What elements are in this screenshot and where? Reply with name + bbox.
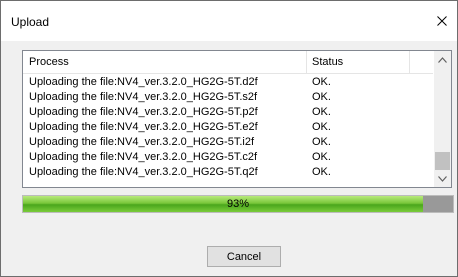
list-row[interactable]: Uploading the file:NV4_ver.3.2.0_HG2G-5T…: [23, 120, 433, 135]
list-row[interactable]: Uploading the file:NV4_ver.3.2.0_HG2G-5T…: [23, 150, 433, 165]
list-row[interactable]: Uploading the file:NV4_ver.3.2.0_HG2G-5T…: [23, 135, 433, 150]
list-row[interactable]: Uploading the file:NV4_ver.3.2.0_HG2G-5T…: [23, 165, 433, 180]
window-title: Upload: [11, 15, 50, 29]
scroll-down-button[interactable]: [434, 170, 451, 187]
list-rows: Uploading the file:NV4_ver.3.2.0_HG2G-5T…: [23, 75, 433, 180]
scroll-up-button[interactable]: [434, 51, 451, 68]
process-cell: Uploading the file:NV4_ver.3.2.0_HG2G-5T…: [29, 166, 258, 178]
column-divider[interactable]: [306, 51, 307, 73]
status-cell: OK.: [312, 91, 331, 103]
list-row[interactable]: Uploading the file:NV4_ver.3.2.0_HG2G-5T…: [23, 90, 433, 105]
list-row[interactable]: Uploading the file:NV4_ver.3.2.0_HG2G-5T…: [23, 105, 433, 120]
title-bar: Upload: [1, 1, 457, 41]
progress-percent: 93%: [226, 198, 250, 210]
status-cell: OK.: [312, 76, 331, 88]
chevron-up-icon: [438, 56, 447, 63]
process-cell: Uploading the file:NV4_ver.3.2.0_HG2G-5T…: [29, 91, 258, 103]
process-cell: Uploading the file:NV4_ver.3.2.0_HG2G-5T…: [29, 151, 258, 163]
upload-progress-bar: 93%: [22, 195, 454, 213]
status-cell: OK.: [312, 121, 331, 133]
vertical-scrollbar[interactable]: [434, 51, 451, 187]
process-cell: Uploading the file:NV4_ver.3.2.0_HG2G-5T…: [29, 121, 258, 133]
status-cell: OK.: [312, 136, 331, 148]
chevron-down-icon: [438, 175, 447, 182]
column-header-status[interactable]: Status: [312, 51, 343, 73]
process-cell: Uploading the file:NV4_ver.3.2.0_HG2G-5T…: [29, 136, 255, 148]
status-cell: OK.: [312, 166, 331, 178]
column-divider[interactable]: [409, 51, 410, 73]
close-icon: [437, 16, 447, 26]
process-cell: Uploading the file:NV4_ver.3.2.0_HG2G-5T…: [29, 76, 258, 88]
process-list[interactable]: Process Status Uploading the file:NV4_ve…: [22, 50, 452, 188]
upload-dialog: Upload Process Status Uploading the file…: [0, 0, 458, 277]
scrollbar-thumb[interactable]: [435, 152, 450, 170]
list-row[interactable]: Uploading the file:NV4_ver.3.2.0_HG2G-5T…: [23, 75, 433, 90]
status-cell: OK.: [312, 151, 331, 163]
cancel-button[interactable]: Cancel: [207, 246, 281, 267]
process-cell: Uploading the file:NV4_ver.3.2.0_HG2G-5T…: [29, 106, 258, 118]
list-header: Process Status: [23, 51, 433, 74]
column-header-process[interactable]: Process: [29, 51, 69, 73]
close-button[interactable]: [427, 1, 457, 41]
status-cell: OK.: [312, 106, 331, 118]
